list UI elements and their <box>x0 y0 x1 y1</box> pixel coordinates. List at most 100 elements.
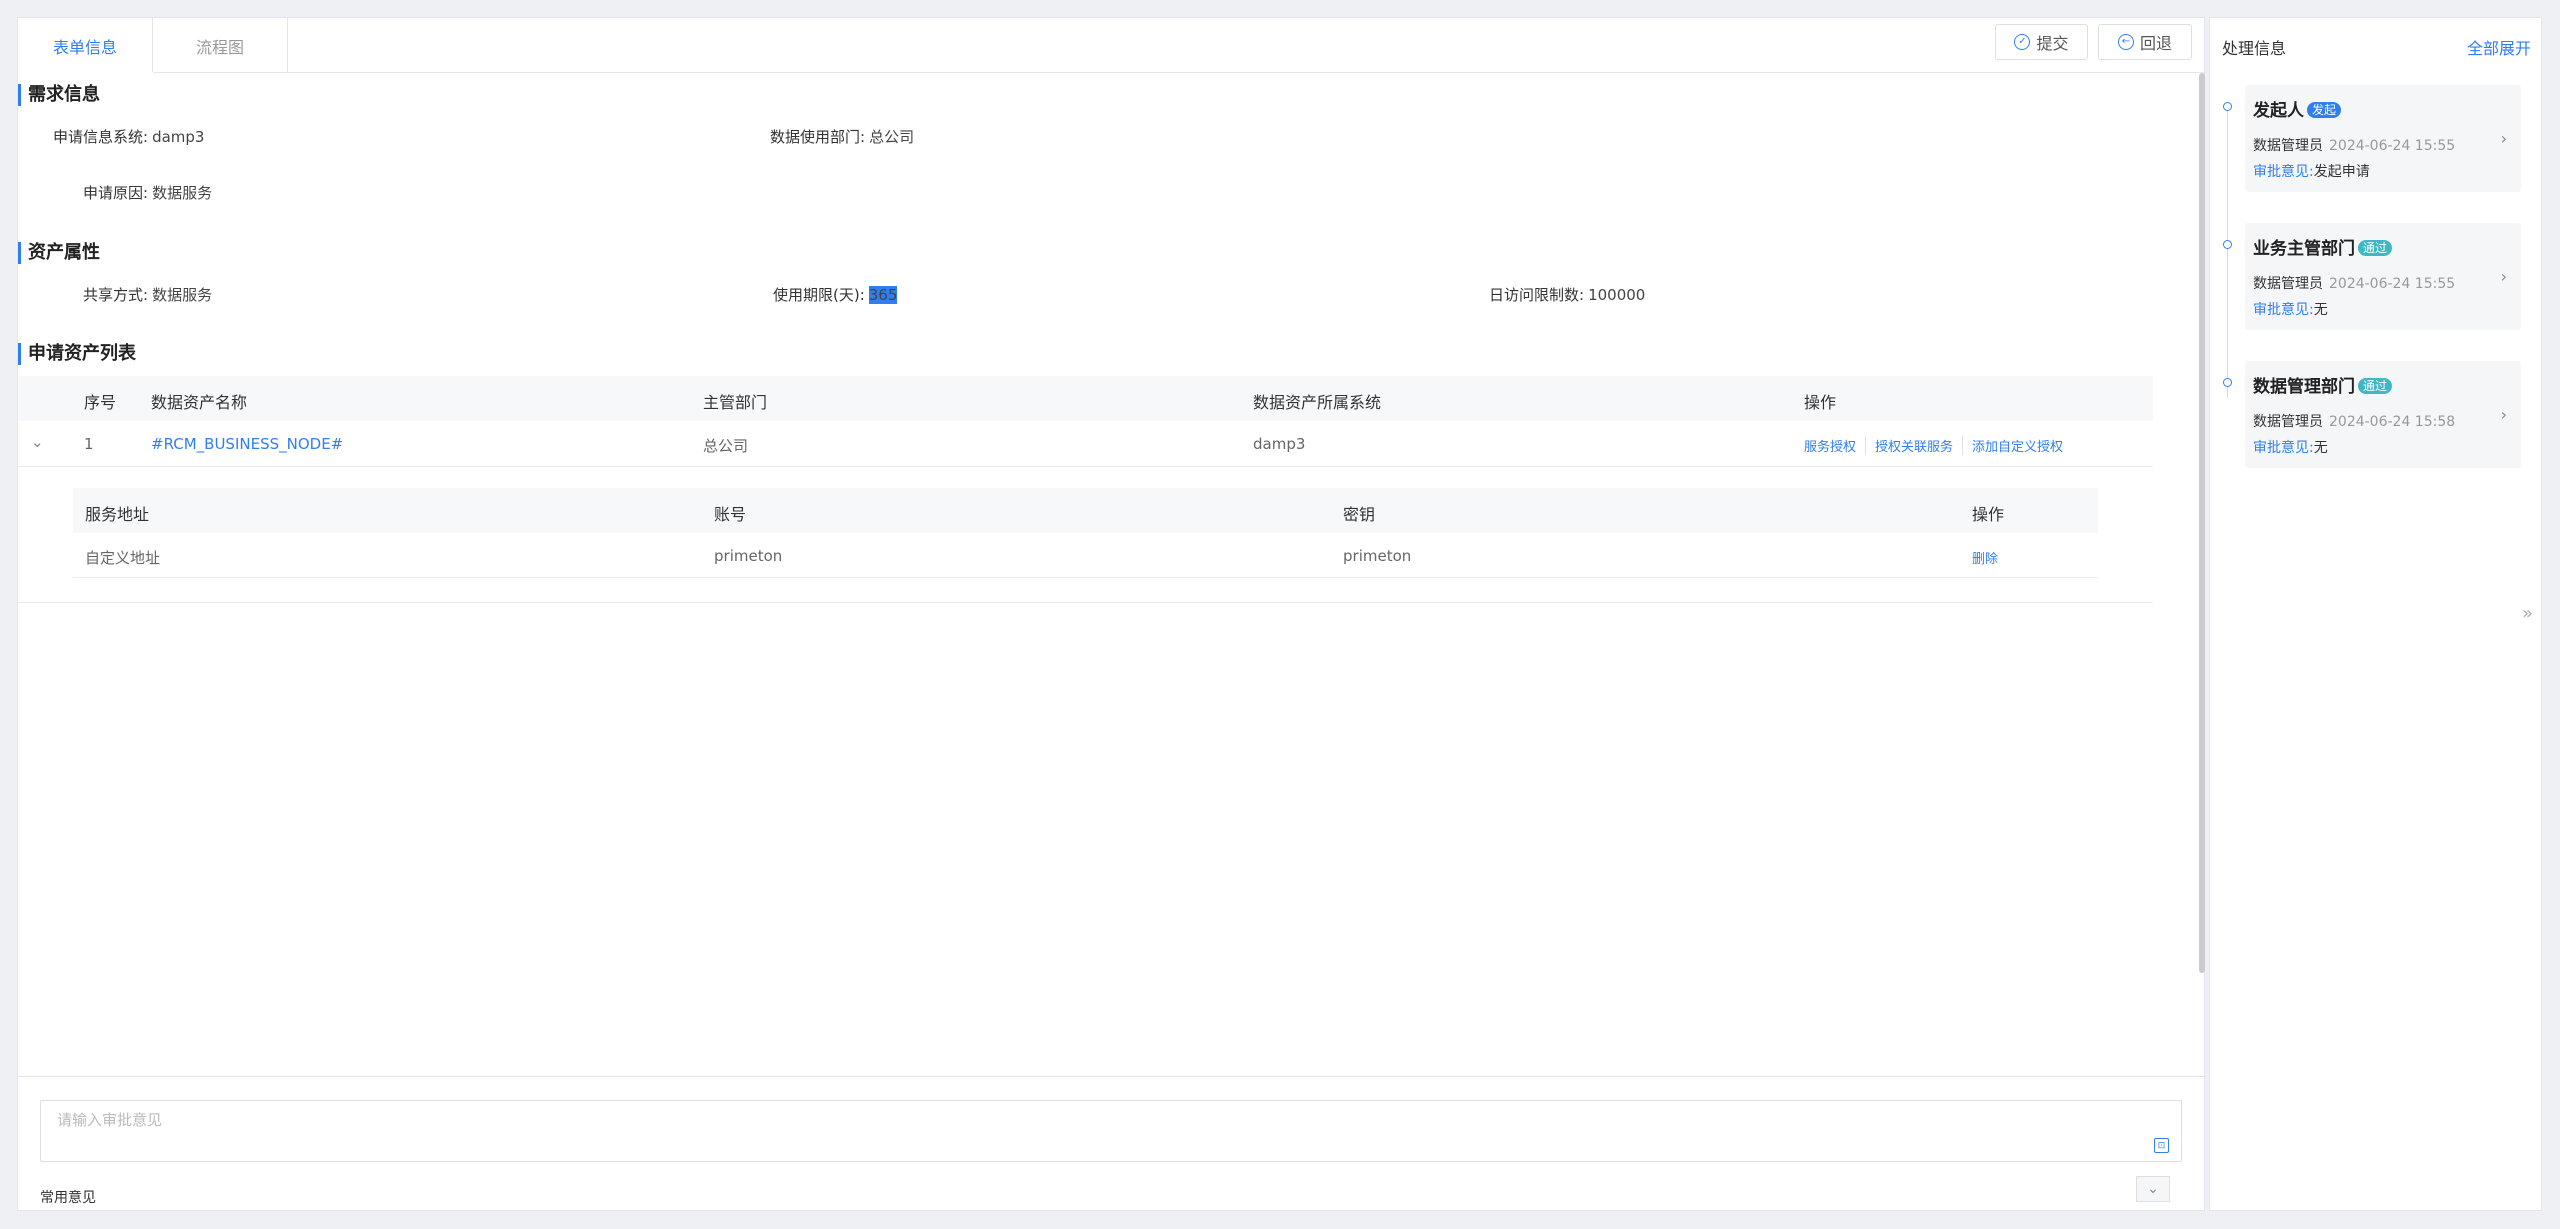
card-opinion-value: 无 <box>2313 440 2328 456</box>
return-label: 回退 <box>2139 34 2172 53</box>
expand-all-link[interactable]: 全部展开 <box>2467 35 2531 59</box>
card-title: 业务主管部门 通过 <box>2253 234 2393 259</box>
footer-divider <box>18 1076 2206 1077</box>
auth-related-service-link[interactable]: 授权关联服务 <box>1866 436 1964 455</box>
submit-label: 提交 <box>2036 34 2069 53</box>
submit-button[interactable]: ✓ 提交 <box>1995 24 2088 60</box>
card-step-name: 数据管理部门 <box>2253 377 2355 397</box>
card-title: 数据管理部门 通过 <box>2253 372 2393 397</box>
col-asset-name: 数据资产名称 <box>151 393 248 412</box>
apply-system-value: damp3 <box>152 128 205 146</box>
asset-list-section-title: 申请资产列表 <box>18 343 136 365</box>
timeline-card[interactable]: 数据管理部门 通过 数据管理员 2024-06-24 15:58 审批意见:无 › <box>2245 361 2521 468</box>
share-mode-value: 数据服务 <box>152 286 213 304</box>
use-period-value: 365 <box>868 286 898 304</box>
process-title: 处理信息 <box>2222 39 2287 58</box>
timeline-dot <box>2223 378 2232 387</box>
asset-name-link[interactable]: #RCM_BUSINESS_NODE# <box>151 435 343 453</box>
use-period-field: 使用期限(天): 365 <box>773 284 898 305</box>
timeline-dot <box>2223 240 2232 249</box>
chevron-down-icon: ⌄ <box>2147 1181 2159 1197</box>
chevron-right-icon[interactable]: › <box>2501 129 2507 148</box>
return-button[interactable]: ← 回退 <box>2098 24 2192 60</box>
row-dept: 总公司 <box>703 437 749 455</box>
row-system: damp3 <box>1253 435 1306 453</box>
process-panel: 处理信息 全部展开 发起人 发起 数据管理员 2024-06-24 15:55 审批… <box>2209 17 2542 1211</box>
bookmark-icon[interactable]: ⊡ <box>2154 1138 2169 1153</box>
tab-divider <box>18 72 2206 73</box>
share-mode-field: 共享方式: 数据服务 <box>83 284 212 305</box>
apply-system-label: 申请信息系统: <box>53 128 149 146</box>
delete-link[interactable]: 删除 <box>1972 548 1998 567</box>
chevron-right-icon[interactable]: › <box>2501 267 2507 286</box>
status-badge: 通过 <box>2358 240 2393 256</box>
col-system: 数据资产所属系统 <box>1253 393 1382 412</box>
card-opinion-key: 审批意见: <box>2253 440 2314 456</box>
col-sub-ops: 操作 <box>1972 505 2005 524</box>
subtable-header: 服务地址 账号 密钥 操作 <box>73 488 2098 533</box>
table-row: ⌄ 1 #RCM_BUSINESS_NODE# 总公司 damp3 服务授权 授… <box>18 421 2153 467</box>
common-opinion-dropdown[interactable]: ⌄ <box>2136 1176 2170 1202</box>
card-opinion-value: 无 <box>2313 302 2328 318</box>
col-dept: 主管部门 <box>703 393 768 412</box>
card-opinion: 审批意见:发起申请 <box>2253 161 2370 181</box>
chevron-down-icon[interactable]: ⌄ <box>31 433 44 451</box>
apply-system-field: 申请信息系统: damp3 <box>53 126 204 147</box>
timeline-line <box>2227 108 2228 398</box>
timeline-dot <box>2223 102 2232 111</box>
service-address: 自定义地址 <box>85 549 161 567</box>
card-meta: 数据管理员 2024-06-24 15:55 <box>2253 273 2455 293</box>
chevron-right-icon[interactable]: › <box>2501 405 2507 424</box>
asset-table-header: 序号 数据资产名称 主管部门 数据资产所属系统 操作 <box>18 376 2153 421</box>
col-secret: 密钥 <box>1343 505 1376 524</box>
daily-limit-value: 100000 <box>1588 286 1646 304</box>
form-panel: 表单信息 流程图 ✓ 提交 ← 回退 需求信息 申请信息系统: damp3 数据使… <box>17 17 2206 1211</box>
use-dept-label: 数据使用部门: <box>770 128 866 146</box>
vertical-scrollbar[interactable] <box>2199 73 2205 973</box>
card-time: 2024-06-24 15:58 <box>2329 414 2456 430</box>
account-value: primeton <box>714 547 783 565</box>
common-opinion-label: 常用意见 <box>40 1190 96 1206</box>
row-op-links: 服务授权 授权关联服务 添加自定义授权 <box>1804 436 2072 455</box>
timeline-card[interactable]: 发起人 发起 数据管理员 2024-06-24 15:55 审批意见:发起申请 › <box>2245 85 2521 192</box>
row-index: 1 <box>84 435 94 453</box>
col-ops: 操作 <box>1804 393 1837 412</box>
col-service-address: 服务地址 <box>85 505 150 524</box>
card-meta: 数据管理员 2024-06-24 15:58 <box>2253 411 2455 431</box>
secret-value: primeton <box>1343 547 1412 565</box>
timeline-card[interactable]: 业务主管部门 通过 数据管理员 2024-06-24 15:55 审批意见:无 › <box>2245 223 2521 330</box>
daily-limit-field: 日访问限制数: 100000 <box>1489 284 1645 305</box>
check-circle-icon: ✓ <box>2014 34 2031 50</box>
apply-reason-field: 申请原因: 数据服务 <box>83 182 212 203</box>
card-opinion-value: 发起申请 <box>2313 164 2370 180</box>
card-meta: 数据管理员 2024-06-24 15:55 <box>2253 135 2455 155</box>
opinion-box: ⊡ <box>40 1100 2182 1162</box>
card-time: 2024-06-24 15:55 <box>2329 138 2456 154</box>
share-mode-label: 共享方式: <box>83 286 149 304</box>
status-badge: 发起 <box>2307 102 2342 118</box>
card-step-name: 发起人 <box>2253 101 2304 121</box>
card-user: 数据管理员 <box>2253 276 2323 292</box>
col-account: 账号 <box>714 505 747 524</box>
tab-active-indicator <box>18 72 153 73</box>
apply-reason-value: 数据服务 <box>152 184 213 202</box>
daily-limit-label: 日访问限制数: <box>1489 286 1585 304</box>
use-period-label: 使用期限(天): <box>773 286 865 304</box>
add-custom-auth-link[interactable]: 添加自定义授权 <box>1963 436 2072 455</box>
card-time: 2024-06-24 15:55 <box>2329 276 2456 292</box>
card-step-name: 业务主管部门 <box>2253 239 2355 259</box>
table-divider <box>18 602 2153 603</box>
tab-form-info[interactable]: 表单信息 <box>18 18 153 73</box>
opinion-input[interactable] <box>41 1101 2181 1161</box>
double-chevron-right-icon[interactable]: » <box>2522 603 2533 624</box>
back-circle-icon: ← <box>2117 34 2134 50</box>
card-title: 发起人 发起 <box>2253 96 2342 121</box>
use-dept-value: 总公司 <box>869 128 915 146</box>
card-user: 数据管理员 <box>2253 414 2323 430</box>
card-opinion: 审批意见:无 <box>2253 437 2328 457</box>
status-badge: 通过 <box>2358 378 2393 394</box>
service-auth-link[interactable]: 服务授权 <box>1804 436 1867 455</box>
demand-section-title: 需求信息 <box>18 84 100 106</box>
asset-section-title: 资产属性 <box>18 242 100 264</box>
tab-flowchart[interactable]: 流程图 <box>153 18 288 73</box>
